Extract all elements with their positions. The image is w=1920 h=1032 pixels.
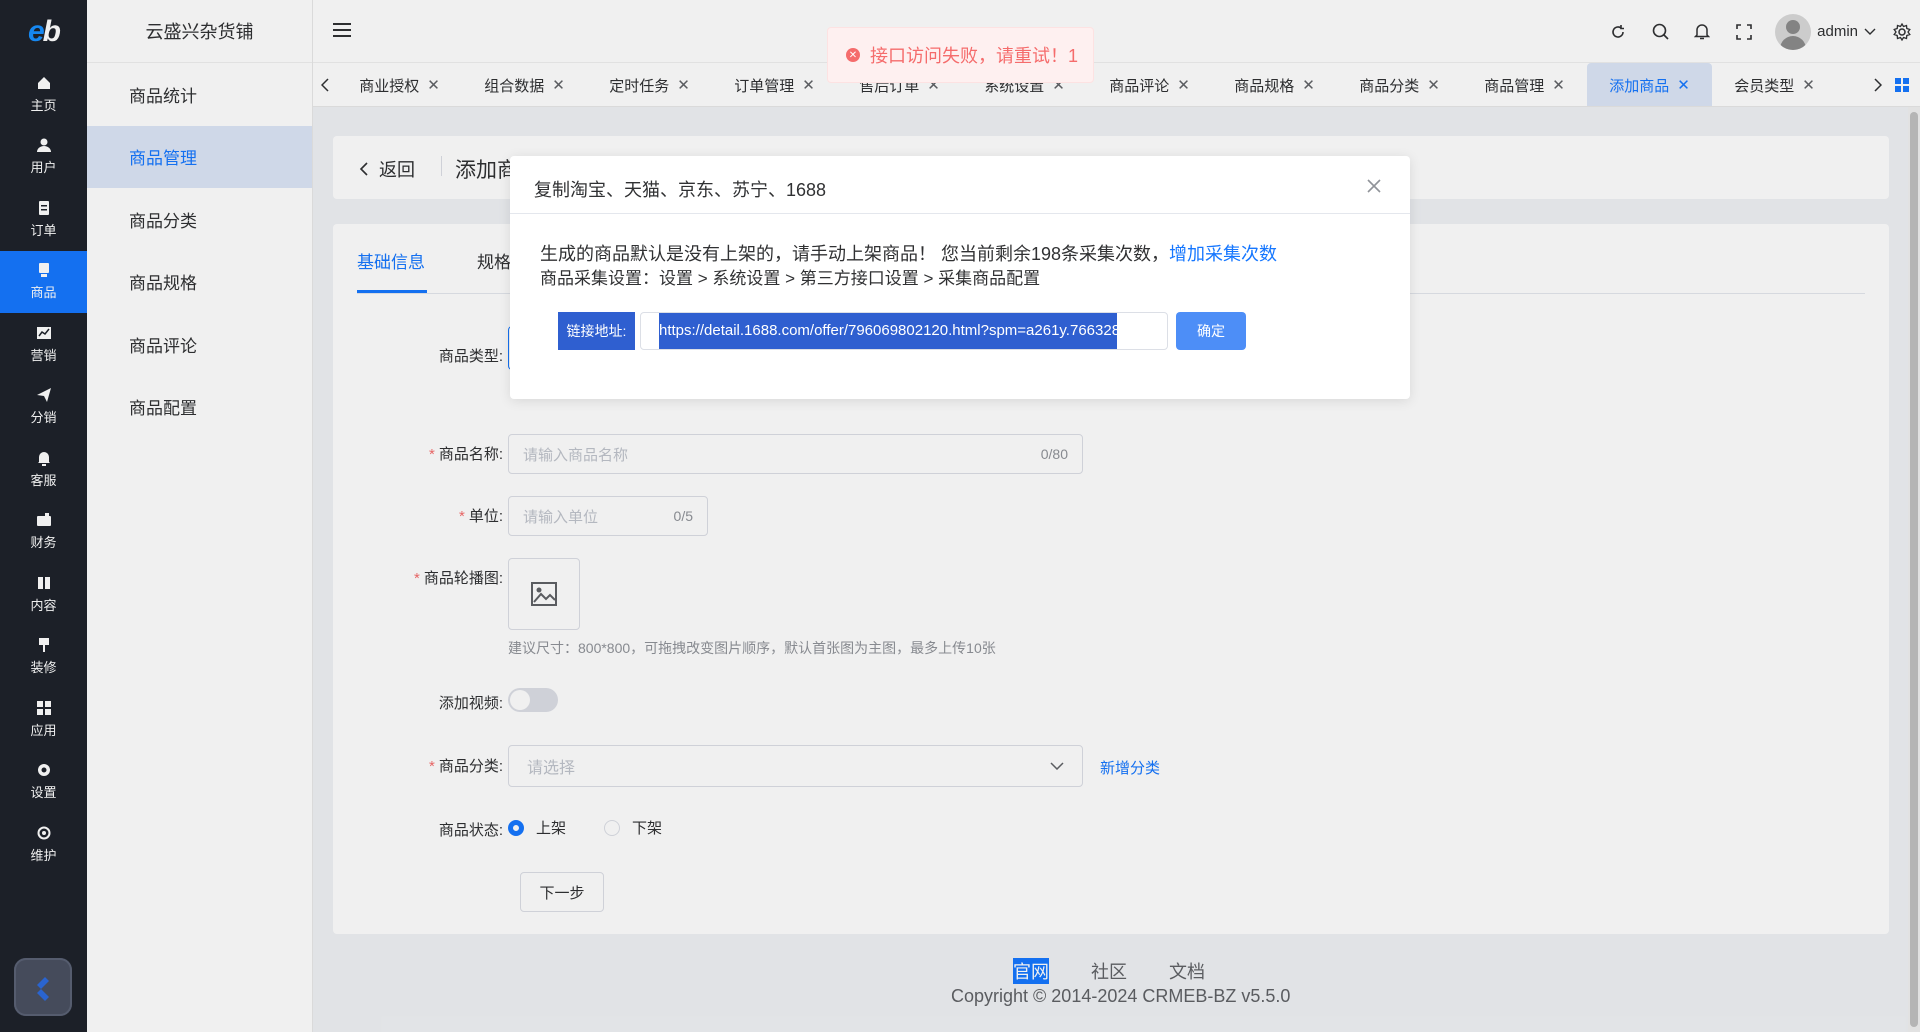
copy-product-dialog: 复制淘宝、天猫、京东、苏宁、1688 生成的商品默认是没有上架的，请手动上架商品… bbox=[510, 156, 1410, 399]
link-input[interactable]: https://detail.1688.com/offer/7960698021… bbox=[640, 312, 1168, 350]
dialog-notice: 生成的商品默认是没有上架的，请手动上架商品！ 您当前剩余198条采集次数，增加采… bbox=[540, 244, 1278, 264]
link-label: 链接地址: bbox=[558, 312, 635, 350]
dialog-setting-path: 商品采集设置：设置 > 系统设置 > 第三方接口设置 > 采集商品配置 bbox=[540, 269, 1041, 288]
confirm-button[interactable]: 确定 bbox=[1176, 312, 1246, 350]
error-toast: ✕ 接口访问失败，请重试！1 bbox=[827, 27, 1094, 83]
dialog-title: 复制淘宝、天猫、京东、苏宁、1688 bbox=[534, 180, 827, 200]
toast-message: 接口访问失败，请重试！1 bbox=[870, 46, 1079, 66]
increase-quota-link[interactable]: 增加采集次数 bbox=[1169, 244, 1277, 264]
modal-overlay bbox=[0, 0, 1920, 1032]
divider bbox=[510, 213, 1410, 214]
close-icon[interactable] bbox=[1362, 174, 1386, 198]
error-icon: ✕ bbox=[846, 48, 860, 62]
